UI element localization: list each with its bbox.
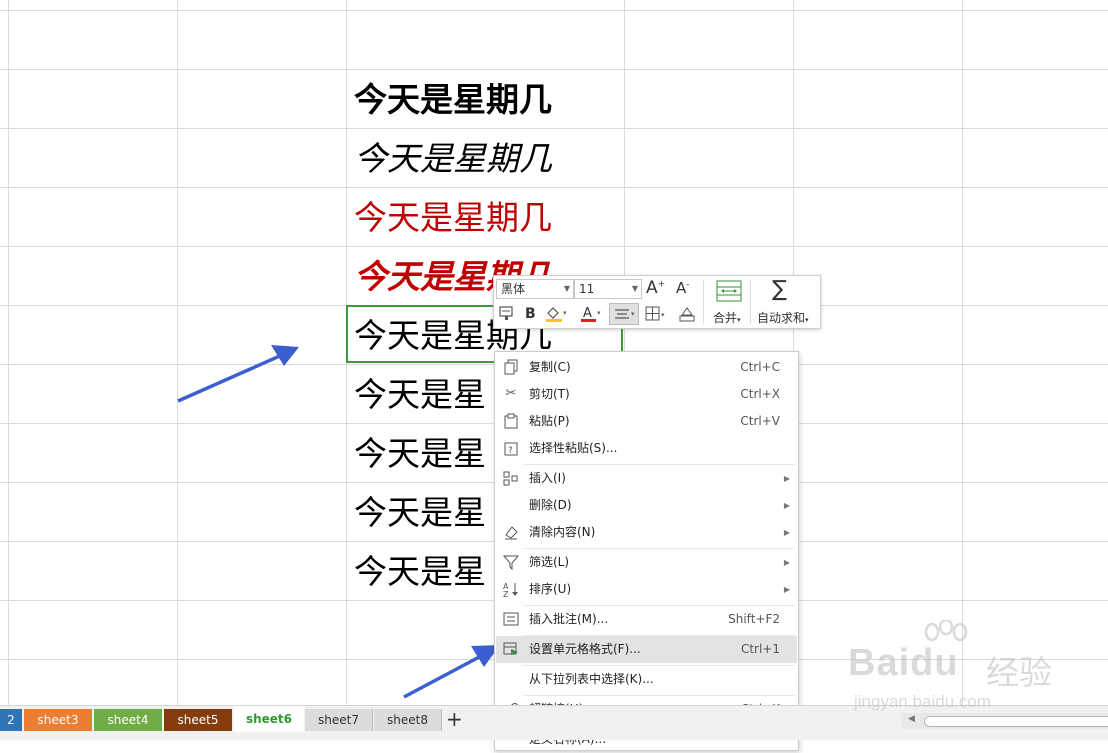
sheet-tab-2[interactable]: 2 [0, 709, 22, 731]
sort-icon: AZ [503, 581, 519, 599]
align-center-button[interactable]: ▾ [609, 303, 639, 325]
menu-item-shortcut: Shift+F2 [728, 612, 780, 626]
submenu-arrow-icon: ▶ [783, 501, 790, 510]
menu-item-label: 删除(D) [529, 498, 572, 512]
submenu-arrow-icon: ▶ [783, 585, 790, 594]
menu-item-label: 清除内容(N) [529, 525, 596, 539]
font-name-value: 黑体 [501, 282, 526, 296]
sheet-tab-sheet8[interactable]: sheet8 [374, 709, 442, 731]
format-painter-icon[interactable] [499, 305, 515, 325]
sheet-tab-sheet5[interactable]: sheet5 [164, 709, 232, 731]
watermark-cn: 经验 [986, 653, 1052, 692]
menu-item-label: 设置单元格格式(F)... [529, 642, 641, 656]
insert-icon [503, 470, 519, 486]
menu-item-copy[interactable]: 复制(C) Ctrl+C [496, 354, 797, 381]
autosum-button[interactable]: 自动求和▾ [757, 309, 809, 326]
context-menu: 复制(C) Ctrl+C ✂ 剪切(T) Ctrl+X 粘贴(P) Ctrl+V… [494, 351, 799, 751]
copy-icon [503, 359, 519, 375]
submenu-arrow-icon: ▶ [783, 558, 790, 567]
menu-item-label: 选择性粘贴(S)... [529, 441, 618, 455]
font-name-combo[interactable]: 黑体 ▼ [496, 279, 574, 299]
menu-item-pick-from-list[interactable]: 从下拉列表中选择(K)... [496, 666, 797, 693]
chevron-down-icon: ▼ [631, 284, 638, 293]
svg-text:▾: ▾ [563, 309, 567, 317]
menu-item-label: 剪切(T) [529, 387, 570, 401]
borders-icon[interactable]: ▾ [644, 305, 668, 327]
shrink-font-label: A [676, 279, 687, 297]
svg-text:▾: ▾ [631, 310, 635, 318]
menu-item-label: 筛选(L) [529, 555, 570, 569]
menu-item-shortcut: Ctrl+C [740, 360, 780, 374]
menu-item-shortcut: Ctrl+V [740, 414, 780, 428]
menu-item-shortcut: Ctrl+X [740, 387, 780, 401]
paste-special-icon: ? [503, 440, 519, 456]
svg-text:A: A [583, 306, 592, 321]
menu-item-sort[interactable]: AZ 排序(U) ▶ [496, 576, 797, 603]
menu-item-label: 插入批注(M)... [529, 612, 609, 626]
merge-cells-icon[interactable] [716, 280, 742, 306]
svg-text:Z: Z [503, 590, 509, 597]
merge-button[interactable]: 合并▾ [713, 309, 741, 326]
submenu-arrow-icon: ▶ [783, 474, 790, 483]
paste-icon [503, 413, 519, 429]
bold-button[interactable]: B [525, 306, 536, 322]
menu-item-format-cells[interactable]: 设置单元格格式(F)... Ctrl+1 [496, 636, 797, 663]
filter-icon [502, 554, 520, 571]
menu-item-cut[interactable]: ✂ 剪切(T) Ctrl+X [496, 381, 797, 408]
svg-text:▾: ▾ [661, 311, 665, 319]
menu-item-label: 从下拉列表中选择(K)... [529, 672, 654, 686]
font-color-icon[interactable]: A ▾ [580, 305, 602, 327]
sheet-tab-sheet3[interactable]: sheet3 [24, 709, 92, 731]
comment-icon [503, 611, 519, 627]
menu-item-label: 复制(C) [529, 360, 571, 374]
chevron-down-icon: ▼ [563, 284, 570, 293]
font-size-combo[interactable]: 11 ▼ [574, 279, 642, 299]
add-sheet-button[interactable]: + [446, 707, 463, 731]
cut-icon: ✂ [505, 386, 517, 401]
svg-text:?: ? [508, 446, 513, 456]
shrink-font-button[interactable]: A- [676, 279, 690, 297]
autosum-label: 自动求和 [757, 311, 806, 325]
watermark-logo: Baidu [848, 642, 959, 684]
menu-item-label: 排序(U) [529, 582, 572, 596]
grow-font-label: A [646, 278, 658, 298]
sheet-tab-sheet4[interactable]: sheet4 [94, 709, 162, 731]
clear-format-icon[interactable] [678, 305, 696, 327]
menu-item-label: 粘贴(P) [529, 414, 570, 428]
font-size-value: 11 [579, 282, 595, 296]
merge-label: 合并 [713, 311, 738, 325]
menu-item-delete[interactable]: 删除(D) ▶ [496, 492, 797, 519]
menu-item-paste[interactable]: 粘贴(P) Ctrl+V [496, 408, 797, 435]
mini-format-toolbar: 黑体 ▼ 11 ▼ A+ A- B ▾ A ▾ ▾ ▾ 合并▾ ∑ 自动求和▾ [493, 275, 821, 329]
menu-item-label: 插入(I) [529, 471, 566, 485]
fill-color-icon[interactable]: ▾ [545, 305, 567, 327]
sigma-icon[interactable]: ∑ [772, 277, 787, 302]
eraser-icon [503, 524, 519, 540]
menu-item-paste-special[interactable]: ? 选择性粘贴(S)... [496, 435, 797, 462]
menu-item-insert[interactable]: 插入(I) ▶ [496, 465, 797, 492]
menu-item-filter[interactable]: 筛选(L) ▶ [496, 549, 797, 576]
submenu-arrow-icon: ▶ [783, 528, 790, 537]
menu-item-insert-comment[interactable]: 插入批注(M)... Shift+F2 [496, 606, 797, 633]
svg-text:▾: ▾ [597, 309, 601, 317]
watermark-url: jingyan.baidu.com [854, 692, 992, 711]
format-cells-icon [503, 641, 519, 657]
sheet-tab-sheet7[interactable]: sheet7 [305, 709, 373, 731]
grow-font-button[interactable]: A+ [646, 278, 665, 298]
menu-item-shortcut: Ctrl+1 [740, 642, 780, 656]
sheet-tab-sheet6[interactable]: sheet6 [234, 706, 304, 732]
menu-item-clear-contents[interactable]: 清除内容(N) ▶ [496, 519, 797, 546]
baidu-jingyan-watermark: Baidu 经验 jingyan.baidu.com [848, 620, 1063, 720]
